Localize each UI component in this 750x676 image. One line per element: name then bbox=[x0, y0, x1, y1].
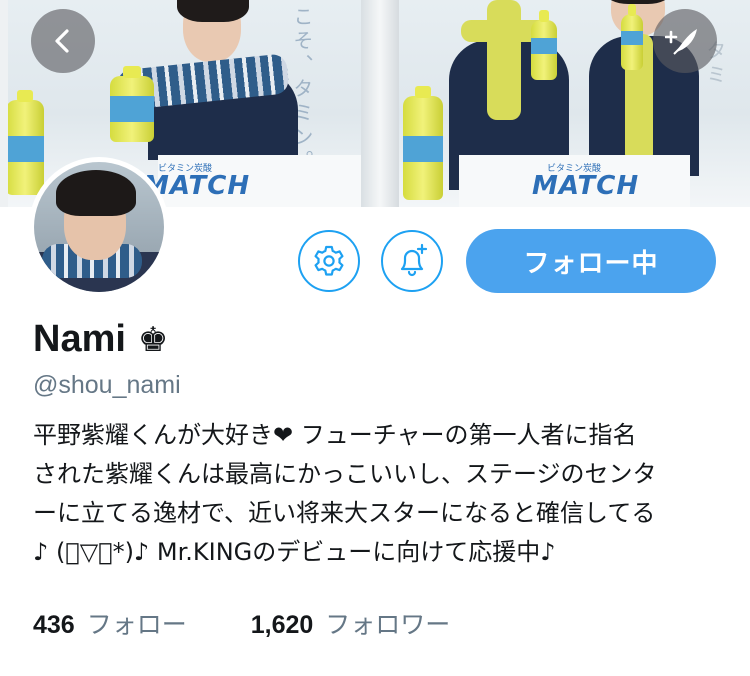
profile-avatar[interactable] bbox=[29, 157, 169, 297]
following-label: フォロー bbox=[86, 610, 187, 639]
poster-bottle-left-1 bbox=[8, 90, 44, 195]
poster-logo-sub-right: ビタミン炭酸 bbox=[547, 164, 602, 174]
back-button[interactable] bbox=[31, 9, 95, 73]
compose-feather-icon bbox=[665, 29, 697, 55]
bell-plus-icon bbox=[400, 243, 428, 277]
settings-button[interactable] bbox=[298, 230, 360, 292]
profile-name: Nami bbox=[33, 318, 126, 360]
poster-divider bbox=[361, 0, 399, 207]
notifications-button[interactable] bbox=[381, 230, 443, 292]
profile-stats: 436 フォロー 1,620 フォロワー bbox=[33, 605, 450, 641]
profile-bio: 平野紫耀くんが大好き❤ フューチャーの第一人者に指名 された紫耀くんは最高にかっ… bbox=[33, 416, 733, 572]
followers-count: 1,620 bbox=[250, 611, 314, 639]
compose-button[interactable] bbox=[653, 9, 717, 73]
poster-logo-right: MATCH bbox=[532, 171, 640, 201]
chevron-left-icon bbox=[55, 29, 69, 53]
profile-handle: @shou_nami bbox=[33, 371, 181, 399]
bio-line: された紫耀くんは最高にかっこいいし、ステージのセンタ bbox=[33, 460, 657, 488]
followers-label: フォロワー bbox=[325, 610, 451, 639]
poster-logo-sub-left: ビタミン炭酸 bbox=[158, 164, 213, 174]
poster-bottle-right-1 bbox=[403, 86, 443, 200]
poster-bottle-right-2 bbox=[531, 10, 557, 80]
poster-bottle-right-3 bbox=[621, 4, 643, 70]
crown-icon: ♚ bbox=[137, 319, 169, 360]
gear-icon bbox=[314, 245, 344, 276]
following-button[interactable]: フォロー中 bbox=[466, 229, 716, 293]
bio-line: ♪ (ﾟ▽ﾟ*)♪ Mr.KINGのデビューに向けて応援中♪ bbox=[33, 538, 556, 566]
bio-line: ーに立てる逸材で、近い将来大スターになると確信してる bbox=[33, 499, 656, 527]
following-count: 436 bbox=[33, 611, 75, 639]
poster-bottle-left-2 bbox=[110, 66, 154, 142]
profile-name-row: Nami ♚ bbox=[33, 318, 168, 361]
avatar-photo bbox=[34, 162, 164, 292]
following-stat[interactable]: 436 フォロー bbox=[33, 605, 187, 641]
bio-line: 平野紫耀くんが大好き❤ フューチャーの第一人者に指名 bbox=[33, 421, 637, 449]
followers-stat[interactable]: 1,620 フォロワー bbox=[251, 605, 451, 641]
